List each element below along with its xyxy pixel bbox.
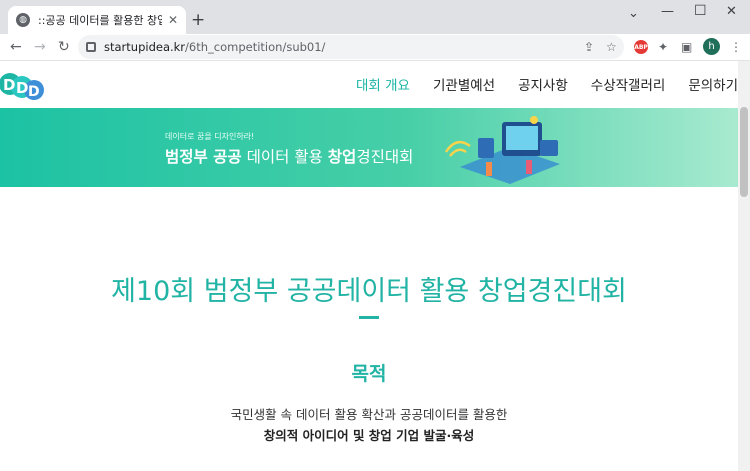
purpose-text-line2: 창의적 아이디어 및 창업 기업 발굴·육성 — [263, 428, 475, 443]
forward-icon[interactable]: → — [34, 39, 46, 55]
nav-item-notices[interactable]: 공지사항 — [518, 74, 568, 94]
share-icon[interactable]: ⇪ — [584, 40, 594, 54]
back-icon[interactable]: ← — [10, 39, 22, 55]
close-icon[interactable]: ✕ — [168, 13, 178, 27]
maximize-icon[interactable]: ☐ — [694, 3, 707, 19]
extensions-icon[interactable]: ✦ — [658, 40, 668, 54]
lock-icon — [86, 42, 96, 52]
svg-text:D: D — [16, 79, 28, 97]
nav-item-contact[interactable]: 문의하기 — [688, 74, 738, 94]
browser-tabstrip: ◍ ::공공 데이터를 활용한 창업 경진 ✕ + ⌄ — ☐ ✕ — [0, 0, 750, 34]
banner-illustration — [444, 116, 560, 184]
tab-title: ::공공 데이터를 활용한 창업 경진 — [38, 14, 162, 27]
banner-title: 범정부 공공 데이터 활용 창업경진대회 — [165, 148, 414, 166]
minimize-icon[interactable]: — — [661, 4, 674, 19]
section-title-purpose: 목적 — [351, 363, 387, 385]
site-header: D D D 대회 개요 기관별예선 공지사항 수상작갤러리 문의하기 — [0, 61, 738, 108]
svg-text:D: D — [3, 76, 15, 94]
browser-toolbar: ← → ↻ startupidea.kr/6th_competition/sub… — [0, 34, 750, 60]
nav-item-gallery[interactable]: 수상작갤러리 — [591, 74, 666, 94]
site-logo[interactable]: D D D — [0, 65, 44, 103]
chevron-down-icon[interactable]: ⌄ — [628, 6, 639, 21]
url-text: startupidea.kr/6th_competition/sub01/ — [104, 40, 326, 54]
reload-icon[interactable]: ↻ — [58, 39, 70, 55]
scrollbar-thumb[interactable] — [740, 107, 748, 197]
banner-tagline: 데이터로 꿈을 디자인하라! — [165, 132, 255, 141]
side-panel-icon[interactable]: ▣ — [681, 40, 692, 54]
svg-text:D: D — [28, 84, 40, 100]
bookmark-star-icon[interactable]: ☆ — [606, 40, 617, 54]
nav-item-overview[interactable]: 대회 개요 — [356, 74, 410, 94]
title-underline — [359, 316, 379, 319]
nav-item-qualifiers[interactable]: 기관별예선 — [433, 74, 495, 94]
address-bar[interactable]: startupidea.kr/6th_competition/sub01/ — [78, 35, 624, 59]
profile-avatar[interactable]: h — [703, 38, 720, 55]
page-title: 제10회 범정부 공공데이터 활용 창업경진대회 — [111, 276, 627, 307]
new-tab-button[interactable]: + — [191, 10, 205, 30]
globe-icon: ◍ — [16, 13, 30, 27]
adblock-icon[interactable]: ABP — [634, 40, 648, 54]
browser-tab[interactable]: ◍ ::공공 데이터를 활용한 창업 경진 ✕ — [8, 6, 186, 34]
hero-banner: 데이터로 꿈을 디자인하라! 범정부 공공 데이터 활용 창업경진대회 — [0, 108, 738, 187]
menu-icon[interactable]: ⋮ — [730, 40, 742, 54]
page-viewport: D D D 대회 개요 기관별예선 공지사항 수상작갤러리 문의하기 데이터로 … — [0, 61, 738, 471]
window-close-icon[interactable]: ✕ — [726, 4, 737, 19]
purpose-text-line1: 국민생활 속 데이터 활용 확산과 공공데이터를 활용한 — [230, 407, 508, 422]
main-nav: 대회 개요 기관별예선 공지사항 수상작갤러리 문의하기 — [333, 74, 738, 94]
